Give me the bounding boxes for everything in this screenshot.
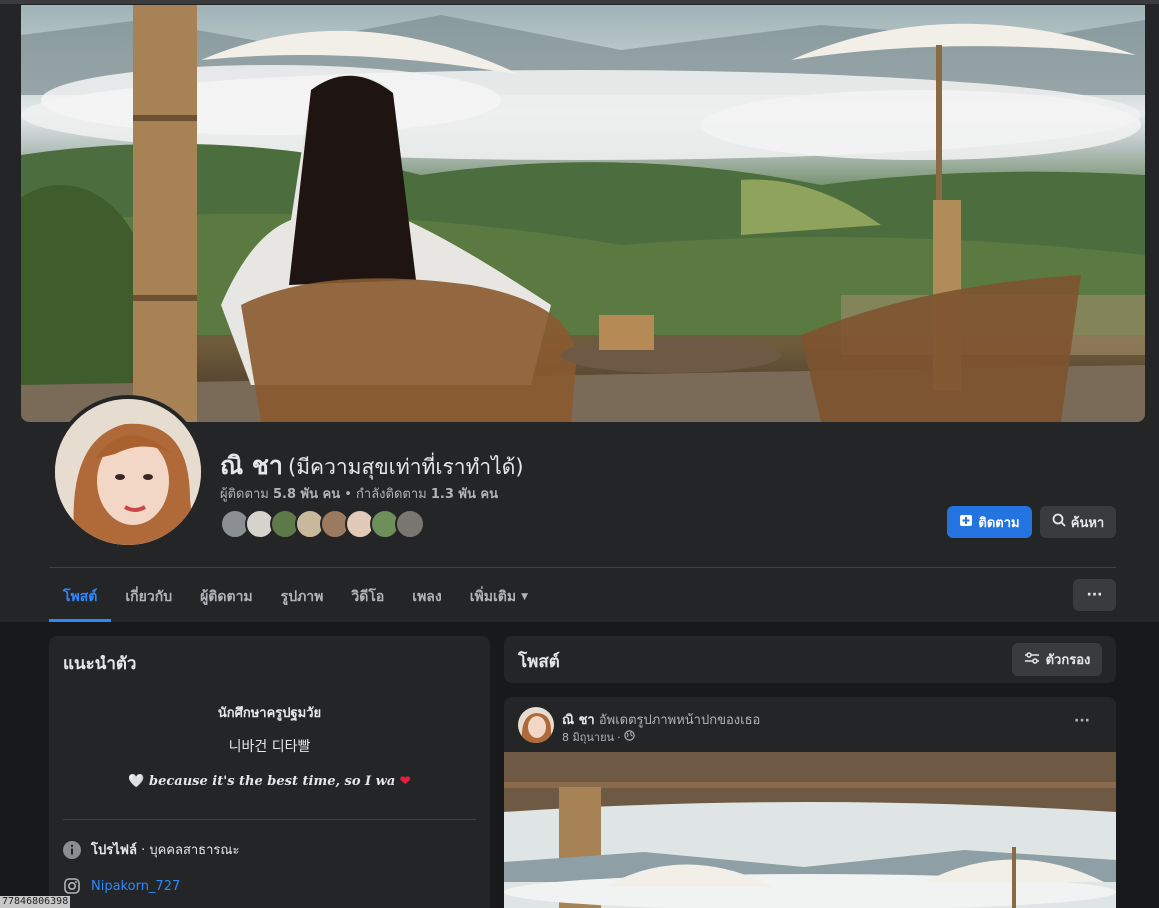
profile-nickname: (มีความสุขเท่าที่เราทำได้) [288,455,524,479]
profile-avatar[interactable] [51,395,205,549]
intro-card: แนะนำตัว นักศึกษาครูปฐมวัย 니바건 디타빨 🤍 bec… [49,636,490,908]
post-author-avatar[interactable] [518,707,554,743]
tab-more[interactable]: เพิ่มเติม ▼ [456,572,542,622]
tab-posts[interactable]: โพสต์ [49,572,112,622]
follow-stats: ผู้ติดตาม 5.8 พัน คน • กำลังติดตาม 1.3 พ… [220,487,498,502]
instagram-icon [63,877,81,895]
search-icon [1052,513,1066,531]
following-link[interactable]: กำลังติดตาม 1.3 พัน คน [356,487,498,502]
instagram-row: Nipakorn_727 [63,877,180,895]
red-heart-icon: ❤ [399,774,411,789]
header-divider [49,567,1116,568]
post-date[interactable]: 8 มิถุนายน [562,728,614,746]
follow-label: ติดตาม [978,515,1020,531]
post-menu-button[interactable]: ··· [1074,713,1090,729]
filter-button[interactable]: ตัวกรอง [1012,643,1102,676]
caret-down-icon: ▼ [521,592,529,602]
globe-icon [623,730,635,744]
follower-avatar[interactable] [395,509,425,539]
info-icon [63,840,81,859]
bio-line: 🤍 because it's the best time, so I wa ❤ [128,774,411,789]
tab-about[interactable]: เกี่ยวกับ [111,572,186,622]
follow-icon [959,513,973,531]
post-card: ณิ ชา อัพเดตรูปภาพหน้าปกของเธอ 8 มิถุนาย… [504,697,1116,908]
follow-button[interactable]: ติดตาม [947,506,1032,538]
bio-line: 니바건 디타빨 [228,739,311,755]
profile-tabs: โพสต์ เกี่ยวกับ ผู้ติดตาม รูปภาพ วิดีโอ … [49,572,542,622]
follower-avatars [220,509,425,539]
ellipsis-icon: ··· [1086,587,1103,603]
filter-label: ตัวกรอง [1045,653,1091,668]
tab-followers[interactable]: ผู้ติดตาม [186,572,267,622]
intro-divider [63,819,476,820]
white-heart-icon: 🤍 [128,774,145,789]
watermark-id: 77846806398 [0,896,71,908]
cover-photo[interactable] [21,5,1145,422]
post-meta: 8 มิถุนายน · [562,728,635,746]
more-options-button[interactable]: ··· [1073,579,1116,611]
profile-type-row: โปรไฟล์ · บุคคลสาธารณะ [63,839,239,860]
profile-name: ณิ ชา [220,451,283,480]
filter-icon [1024,651,1040,669]
tab-photos[interactable]: รูปภาพ [267,572,338,622]
profile-type: · บุคคลสาธารณะ [136,843,240,858]
post-image[interactable] [504,752,1116,908]
tab-music[interactable]: เพลง [398,572,455,622]
intro-title: แนะนำตัว [63,654,137,674]
posts-title: โพสต์ [518,652,560,672]
tab-videos[interactable]: วิดีโอ [337,572,398,622]
post-author-line: ณิ ชา อัพเดตรูปภาพหน้าปกของเธอ [562,709,760,730]
ellipsis-icon: ··· [1074,713,1090,729]
bio-line: นักศึกษาครูปฐมวัย [217,706,322,721]
posts-header: โพสต์ ตัวกรอง [504,636,1116,683]
top-edge [0,0,1159,4]
search-button[interactable]: ค้นหา [1040,506,1116,538]
instagram-link[interactable]: Nipakorn_727 [91,879,180,894]
followers-link[interactable]: ผู้ติดตาม 5.8 พัน คน [220,487,340,502]
post-action: อัพเดตรูปภาพหน้าปกของเธอ [594,713,761,728]
search-label: ค้นหา [1070,515,1105,531]
profile-label: โปรไฟล์ [91,843,137,858]
post-author-name[interactable]: ณิ ชา [562,713,595,728]
profile-name-row: ณิ ชา (มีความสุขเท่าที่เราทำได้) [220,446,524,486]
